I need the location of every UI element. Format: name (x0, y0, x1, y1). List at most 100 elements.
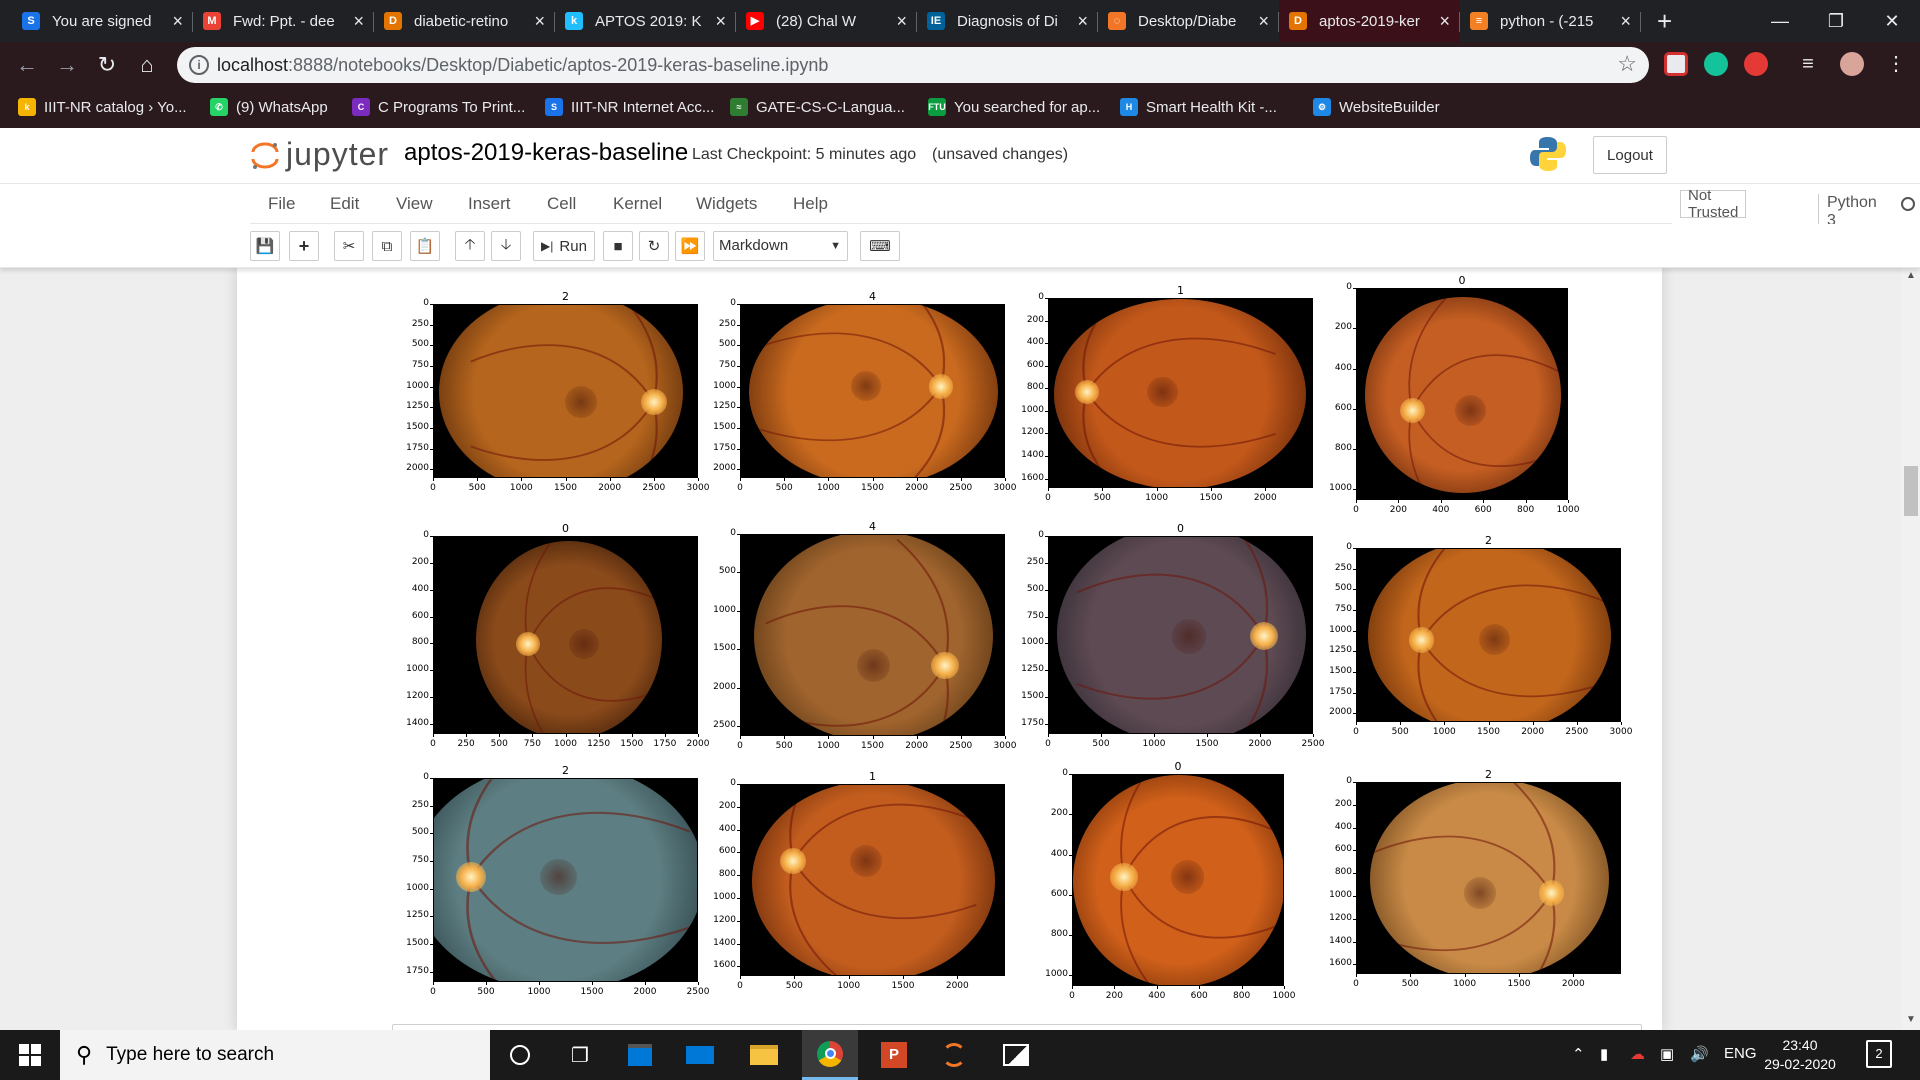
taskbar-search[interactable]: ⚲ Type here to search (60, 1030, 490, 1080)
notifications-icon[interactable]: 2 (1866, 1040, 1892, 1068)
clock[interactable]: 23:40 29-02-2020 (1764, 1036, 1836, 1074)
clock-time: 23:40 (1782, 1037, 1818, 1053)
bookmark-item[interactable]: FTU You searched for ap... (928, 98, 1100, 116)
x-tick-label: 500 (775, 483, 793, 493)
menu-help[interactable]: Help (793, 194, 828, 214)
cortana-icon[interactable] (492, 1030, 548, 1080)
bookmark-item[interactable]: k IIIT-NR catalog › Yo... (18, 98, 187, 116)
browser-tab[interactable]: S You are signed × (12, 0, 193, 42)
photos-icon[interactable] (988, 1030, 1044, 1080)
insert-cell-icon[interactable]: + (289, 231, 319, 261)
menu-cell[interactable]: Cell (547, 194, 576, 214)
menu-insert[interactable]: Insert (468, 194, 511, 214)
close-window-button[interactable]: ✕ (1864, 0, 1920, 42)
restart-run-all-icon[interactable]: ⏩ (675, 231, 705, 261)
not-trusted-indicator[interactable]: Not Trusted (1680, 187, 1747, 221)
show-hidden-icons-icon[interactable]: ⌃ (1572, 1045, 1585, 1063)
restart-icon[interactable]: ↻ (639, 231, 669, 261)
menu-kernel[interactable]: Kernel (613, 194, 662, 214)
x-tick-label: 3000 (993, 483, 1017, 493)
browser-tab[interactable]: ▶ (28) Chal W × (736, 0, 917, 42)
scroll-up-icon[interactable]: ▲ (1906, 270, 1916, 281)
mail-icon[interactable] (672, 1030, 728, 1080)
site-info-icon[interactable]: i (189, 55, 209, 75)
chrome-menu-icon[interactable]: ⋮ (1884, 52, 1908, 76)
media-control-icon[interactable]: ≡ (1796, 52, 1820, 76)
bookmark-item[interactable]: S IIIT-NR Internet Acc... (545, 98, 714, 116)
close-tab-icon[interactable]: × (534, 11, 545, 32)
profile-avatar[interactable] (1840, 52, 1864, 76)
menu-edit[interactable]: Edit (330, 194, 359, 214)
battery-icon[interactable]: ▮ (1600, 1045, 1608, 1063)
browser-tab[interactable]: ◌ Desktop/Diabe × (1098, 0, 1279, 42)
menu-file[interactable]: File (268, 194, 295, 214)
paste-icon[interactable]: 📋 (410, 231, 440, 261)
new-tab-button[interactable]: + (1657, 6, 1672, 37)
menu-view[interactable]: View (396, 194, 433, 214)
menu-widgets[interactable]: Widgets (696, 194, 757, 214)
store-icon[interactable] (612, 1030, 668, 1080)
subplot-title: 1 (869, 770, 876, 783)
adblock-extension-icon[interactable] (1744, 52, 1768, 76)
logout-button[interactable]: Logout (1593, 136, 1667, 174)
command-palette-icon[interactable]: ⌨ (860, 231, 900, 261)
cut-icon[interactable]: ✂ (334, 231, 364, 261)
notebook-name[interactable]: aptos-2019-keras-baseline (404, 139, 688, 167)
page-scrollbar[interactable]: ▲ ▼ (1902, 268, 1920, 1030)
browser-tab[interactable]: k APTOS 2019: K × (555, 0, 736, 42)
close-tab-icon[interactable]: × (172, 11, 183, 32)
network-icon[interactable]: ▣ (1660, 1045, 1674, 1063)
save-icon[interactable]: 💾 (250, 231, 280, 261)
move-down-icon[interactable]: 🡣 (491, 231, 521, 261)
bookmark-item[interactable]: H Smart Health Kit -... (1120, 98, 1277, 116)
macula (1171, 618, 1207, 654)
bookmark-star-icon[interactable]: ☆ (1617, 51, 1637, 77)
browser-tab[interactable]: M Fwd: Ppt. - dee × (193, 0, 374, 42)
bookmark-item[interactable]: ⚙ WebsiteBuilder (1313, 98, 1440, 116)
subplot-title: 0 (1174, 760, 1182, 773)
browser-tab[interactable]: Daptos-2019-ker × (1279, 0, 1460, 42)
task-view-icon[interactable]: ❐ (552, 1030, 608, 1080)
bookmark-item[interactable]: ≈ GATE-CS-C-Langua... (730, 98, 905, 116)
close-tab-icon[interactable]: × (1439, 11, 1450, 32)
browser-tab[interactable]: IE Diagnosis of Di × (917, 0, 1098, 42)
browser-tab[interactable]: ≡ python - (-215 × (1460, 0, 1641, 42)
y-tick-label: 0 (1038, 292, 1044, 302)
jupyter-taskbar-icon[interactable] (926, 1030, 982, 1080)
powerpoint-icon[interactable]: P (866, 1030, 922, 1080)
close-tab-icon[interactable]: × (896, 11, 907, 32)
scroll-down-icon[interactable]: ▼ (1906, 1014, 1916, 1025)
minimize-button[interactable]: — (1752, 0, 1808, 42)
interrupt-icon[interactable]: ■ (603, 231, 633, 261)
chrome-taskbar-icon[interactable] (802, 1030, 858, 1080)
cell-type-select[interactable]: Markdown ▼ (713, 231, 848, 261)
y-tick-label: 0 (1346, 776, 1352, 786)
close-tab-icon[interactable]: × (1258, 11, 1269, 32)
url-text[interactable]: localhost:8888/notebooks/Desktop/Diabeti… (217, 55, 828, 76)
start-button[interactable] (0, 1030, 60, 1080)
reload-icon[interactable]: ↻ (90, 48, 124, 82)
onedrive-icon[interactable]: ☁ (1630, 1045, 1645, 1063)
close-tab-icon[interactable]: × (1620, 11, 1631, 32)
restore-button[interactable]: ❐ (1808, 0, 1864, 42)
close-tab-icon[interactable]: × (1077, 11, 1088, 32)
language-indicator[interactable]: ENG (1724, 1045, 1757, 1062)
move-up-icon[interactable]: 🡡 (455, 231, 485, 261)
close-tab-icon[interactable]: × (353, 11, 364, 32)
grammarly-extension-icon[interactable] (1704, 52, 1728, 76)
bookmark-item[interactable]: C C Programs To Print... (352, 98, 525, 116)
back-icon[interactable]: ← (10, 48, 44, 82)
scrollbar-thumb[interactable] (1904, 466, 1918, 516)
run-button[interactable]: ▶| Run (533, 231, 595, 261)
copy-icon[interactable]: ⧉ (372, 231, 402, 261)
close-tab-icon[interactable]: × (715, 11, 726, 32)
bookmark-item[interactable]: ✆ (9) WhatsApp (210, 98, 328, 116)
forward-icon[interactable]: → (50, 48, 84, 82)
browser-tab[interactable]: Ddiabetic-retino × (374, 0, 555, 42)
home-icon[interactable]: ⌂ (130, 48, 164, 82)
address-bar[interactable]: i localhost:8888/notebooks/Desktop/Diabe… (177, 47, 1649, 83)
pocket-extension-icon[interactable] (1664, 52, 1688, 76)
volume-icon[interactable]: 🔊 (1690, 1045, 1709, 1063)
jupyter-logo[interactable]: jupyter (250, 136, 389, 173)
file-explorer-icon[interactable] (736, 1030, 792, 1080)
